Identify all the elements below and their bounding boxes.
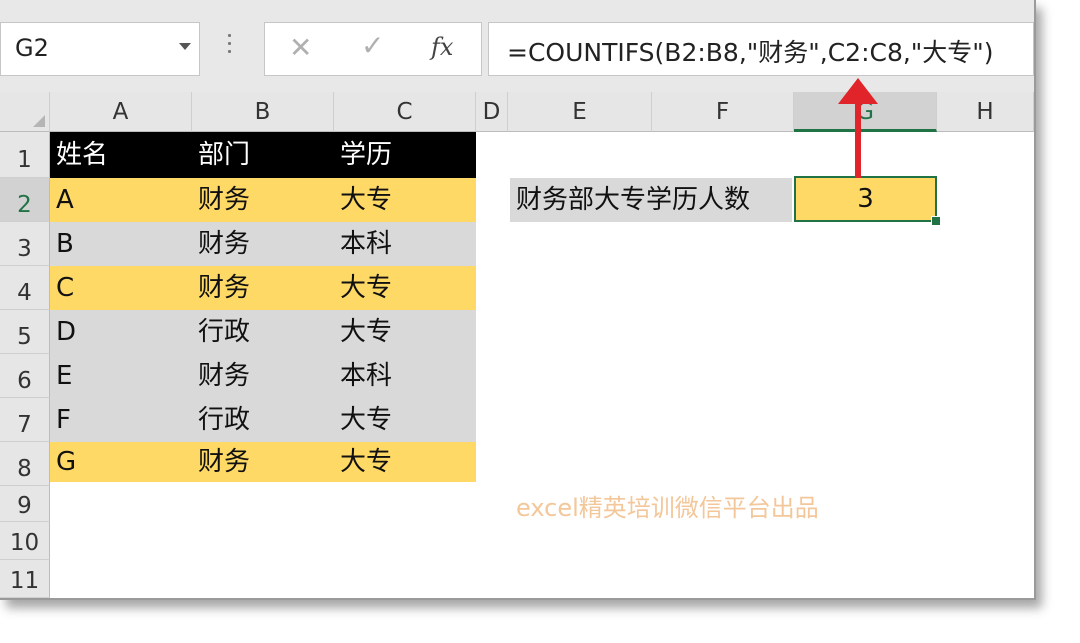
column-header-c[interactable]: C [334,92,476,132]
row-header-11[interactable]: 11 [0,560,50,598]
row-header-7[interactable]: 7 [0,398,50,442]
insert-function-icon[interactable]: fx [431,33,453,61]
cancel-icon[interactable]: ✕ [289,31,312,64]
active-cell-g2[interactable]: 3 [794,176,937,222]
table-header-department[interactable]: 部门 [192,132,334,178]
row-header-5[interactable]: 5 [0,310,50,354]
enter-icon[interactable]: ✓ [361,29,384,62]
column-header-b[interactable]: B [192,92,334,132]
table-header-education[interactable]: 学历 [334,132,476,178]
column-header-h[interactable]: H [937,92,1034,132]
select-all-corner[interactable] [0,92,50,132]
table-cell[interactable]: B [50,222,192,266]
annotation-arrow-shaft [855,100,861,178]
table-cell[interactable]: 大专 [334,442,476,482]
column-header-f[interactable]: F [652,92,794,132]
row-header-8[interactable]: 8 [0,442,50,486]
table-cell[interactable]: 行政 [192,398,334,442]
table-cell[interactable]: G [50,442,192,482]
table-cell[interactable]: 大专 [334,266,476,310]
watermark-text: excel精英培训微信平台出品 [516,494,819,522]
table-cell[interactable]: 大专 [334,178,476,222]
row-header-6[interactable]: 6 [0,354,50,398]
table-cell[interactable]: 财务 [192,178,334,222]
formula-bar-area: G2 ✕ ✓ fx =COUNTIFS(B2:B8,"财务",C2:C8,"大专… [0,0,1034,92]
name-box[interactable]: G2 [0,22,200,76]
result-label-cell[interactable]: 财务部大专学历人数 [510,178,792,222]
table-cell[interactable]: 本科 [334,354,476,398]
table-cell[interactable]: E [50,354,192,398]
table-cell[interactable]: A [50,178,192,222]
column-header-a[interactable]: A [50,92,192,132]
formula-text: =COUNTIFS(B2:B8,"财务",C2:C8,"大专") [507,38,994,67]
table-cell[interactable]: D [50,310,192,354]
formula-buttons: ✕ ✓ fx [264,22,482,76]
row-header-1[interactable]: 1 [0,132,50,178]
formula-input[interactable]: =COUNTIFS(B2:B8,"财务",C2:C8,"大专") [488,22,1034,76]
row-header-10[interactable]: 10 [0,522,50,560]
drag-handle-icon[interactable] [228,34,232,64]
table-cell[interactable]: 大专 [334,310,476,354]
table-cell[interactable]: 财务 [192,266,334,310]
table-cell[interactable]: 大专 [334,398,476,442]
row-header-3[interactable]: 3 [0,222,50,266]
excel-window: G2 ✕ ✓ fx =COUNTIFS(B2:B8,"财务",C2:C8,"大专… [0,0,1036,600]
row-header-4[interactable]: 4 [0,266,50,310]
table-cell[interactable]: 财务 [192,222,334,266]
table-cell[interactable]: 本科 [334,222,476,266]
table-cell[interactable]: F [50,398,192,442]
column-header-d[interactable]: D [476,92,508,132]
chevron-down-icon[interactable] [179,43,191,50]
arrow-up-icon [838,78,878,104]
name-box-value: G2 [15,34,49,62]
table-cell[interactable]: 行政 [192,310,334,354]
column-header-e[interactable]: E [508,92,652,132]
fill-handle[interactable] [931,216,941,226]
table-cell[interactable]: 财务 [192,442,334,482]
table-cell[interactable]: 财务 [192,354,334,398]
row-header-2[interactable]: 2 [0,178,50,222]
table-cell[interactable]: C [50,266,192,310]
table-header-name[interactable]: 姓名 [50,132,192,178]
row-header-9[interactable]: 9 [0,486,50,522]
